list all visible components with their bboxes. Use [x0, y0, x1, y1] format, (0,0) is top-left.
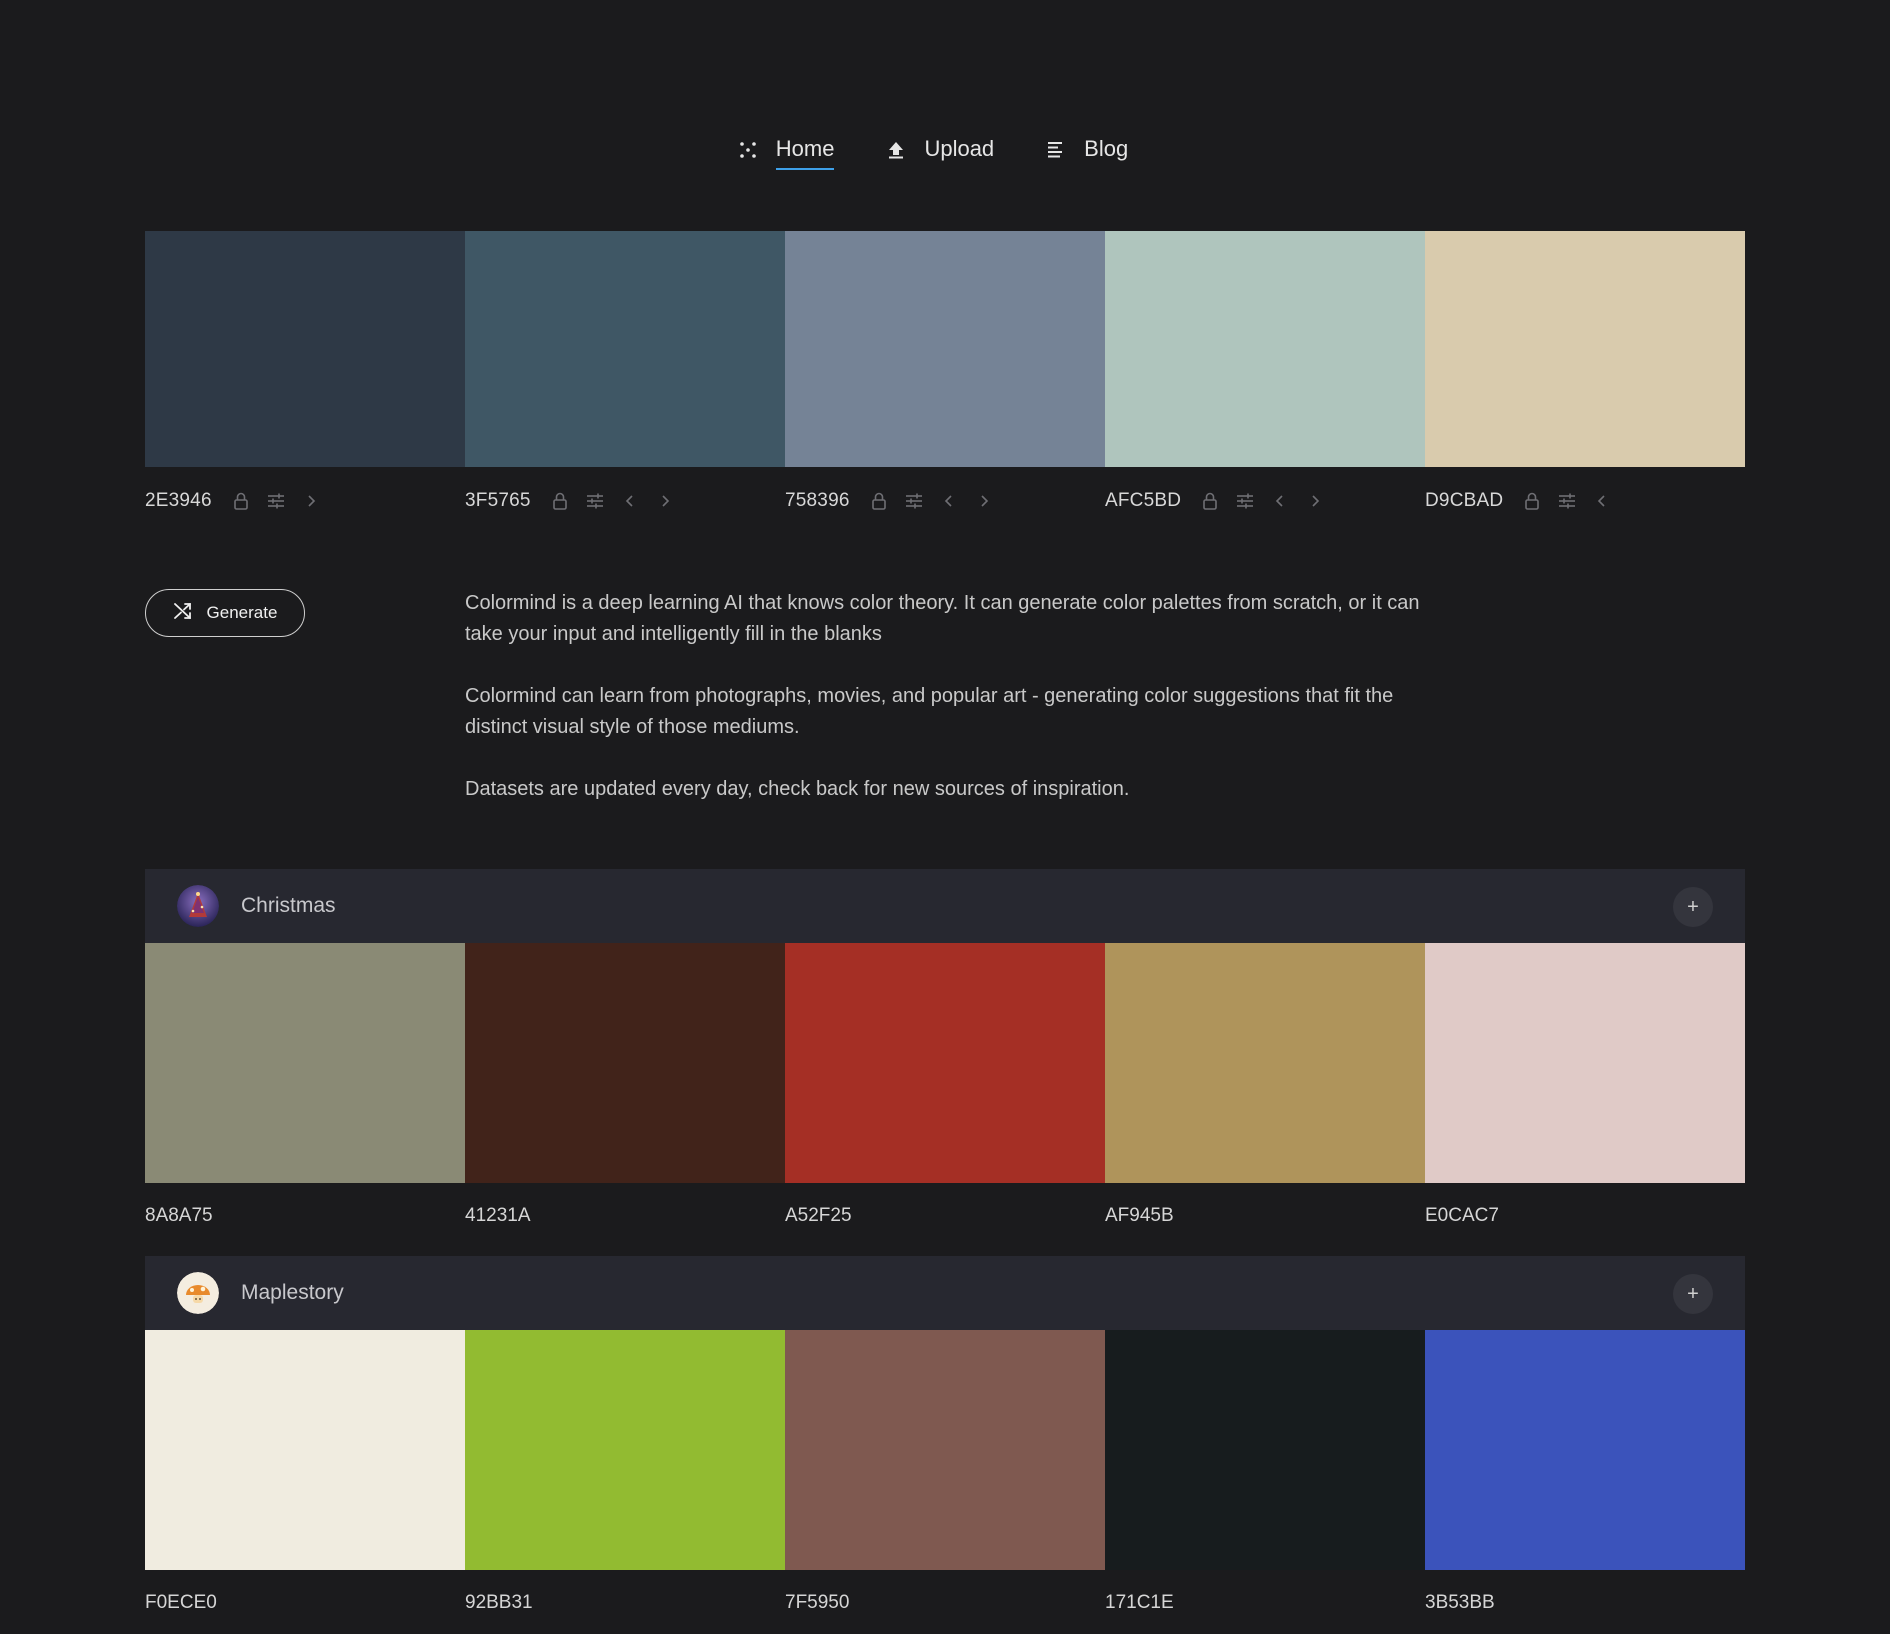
palette-swatch[interactable]	[1105, 1330, 1425, 1570]
generate-label: Generate	[206, 603, 278, 622]
palette-swatch[interactable]	[145, 1330, 465, 1570]
palette-swatch[interactable]	[145, 943, 465, 1183]
hex-code[interactable]: E0CAC7	[1425, 1183, 1745, 1257]
add-palette-button[interactable]: +	[1673, 1274, 1713, 1314]
hex-code[interactable]: 3F5765	[465, 490, 531, 512]
chevron-left-icon[interactable]	[621, 492, 639, 510]
palette-avatar	[177, 1272, 219, 1314]
palette-title: Maplestory	[241, 1281, 344, 1304]
palette-avatar	[177, 885, 219, 927]
palette-swatch[interactable]	[785, 943, 1105, 1183]
lock-icon[interactable]	[232, 492, 250, 510]
main-palette: 2E3946 3F5765 758396 AFC5BD D9CBAD	[145, 231, 1745, 513]
chevron-right-icon[interactable]	[1306, 492, 1324, 510]
shuffle-icon	[173, 602, 193, 625]
main-color-column: 3F5765	[465, 231, 785, 513]
main-color-column: 2E3946	[145, 231, 465, 513]
blog-icon	[1046, 140, 1066, 160]
adjust-icon[interactable]	[905, 492, 923, 510]
lock-icon[interactable]	[870, 492, 888, 510]
hex-code[interactable]: 171C1E	[1105, 1570, 1425, 1634]
plus-icon: +	[1687, 1282, 1699, 1305]
palette-swatch[interactable]	[1105, 943, 1425, 1183]
hex-code[interactable]: AFC5BD	[1105, 490, 1181, 512]
nav-label-home: Home	[775, 136, 834, 170]
hex-code[interactable]: 8A8A75	[145, 1183, 465, 1257]
adjust-icon[interactable]	[1236, 492, 1254, 510]
palette-hex-row: 8A8A75 41231A A52F25 AF945B E0CAC7	[145, 1183, 1745, 1257]
nav-item-blog[interactable]: Blog	[1046, 130, 1128, 170]
palette-card-christmas: Christmas + 8A8A75 41231A A52F25 AF945B …	[145, 869, 1745, 1257]
palette-swatch[interactable]	[465, 943, 785, 1183]
description: Colormind is a deep learning AI that kno…	[465, 588, 1445, 836]
generate-button[interactable]: Generate	[145, 589, 305, 637]
chevron-right-icon[interactable]	[656, 492, 674, 510]
nav-item-upload[interactable]: Upload	[886, 130, 994, 170]
hex-code[interactable]: 92BB31	[465, 1570, 785, 1634]
main-swatch[interactable]	[785, 231, 1105, 467]
chevron-left-icon[interactable]	[1271, 492, 1289, 510]
main-swatch-meta: 3F5765	[465, 489, 785, 513]
hex-code[interactable]: AF945B	[1105, 1183, 1425, 1257]
main-color-column: D9CBAD	[1425, 231, 1745, 513]
description-paragraph: Colormind is a deep learning AI that kno…	[465, 592, 1420, 645]
nav-item-home[interactable]: Home	[738, 130, 834, 170]
palette-hex-row: F0ECE0 92BB31 7F5950 171C1E 3B53BB	[145, 1570, 1745, 1634]
upload-icon	[886, 140, 906, 160]
main-swatch-meta: 2E3946	[145, 489, 465, 513]
lock-icon[interactable]	[1201, 492, 1219, 510]
adjust-icon[interactable]	[267, 492, 285, 510]
palette-swatch[interactable]	[1425, 1330, 1745, 1570]
main-swatch[interactable]	[1425, 231, 1745, 467]
main-swatch-meta: AFC5BD	[1105, 489, 1425, 513]
palette-swatches	[145, 1330, 1745, 1570]
main-swatch[interactable]	[1105, 231, 1425, 467]
plus-icon: +	[1687, 895, 1699, 918]
palette-swatches	[145, 943, 1745, 1183]
main-color-column: AFC5BD	[1105, 231, 1425, 513]
hex-code[interactable]: 7F5950	[785, 1570, 1105, 1634]
chevron-right-icon[interactable]	[302, 492, 320, 510]
hex-code[interactable]: 2E3946	[145, 490, 212, 512]
chevron-left-icon[interactable]	[1593, 492, 1611, 510]
main-swatch[interactable]	[145, 231, 465, 467]
hex-code[interactable]: 3B53BB	[1425, 1570, 1745, 1634]
add-palette-button[interactable]: +	[1673, 887, 1713, 927]
lock-icon[interactable]	[551, 492, 569, 510]
hex-code[interactable]: D9CBAD	[1425, 490, 1503, 512]
nav-label-blog: Blog	[1084, 136, 1129, 161]
main-swatch-meta: 758396	[785, 489, 1105, 513]
dots-icon	[738, 140, 758, 160]
palette-card-header: Christmas +	[145, 869, 1745, 943]
lock-icon[interactable]	[1523, 492, 1541, 510]
hex-code[interactable]: 41231A	[465, 1183, 785, 1257]
adjust-icon[interactable]	[1558, 492, 1576, 510]
hex-code[interactable]: A52F25	[785, 1183, 1105, 1257]
palette-card-maplestory: Maplestory + F0ECE0 92BB31 7F5950 171C1E…	[145, 1256, 1745, 1634]
chevron-left-icon[interactable]	[940, 492, 958, 510]
hex-code[interactable]: F0ECE0	[145, 1570, 465, 1634]
top-nav: Home Upload Blog	[0, 130, 1878, 170]
main-swatch[interactable]	[465, 231, 785, 467]
description-paragraph: Colormind can learn from photographs, mo…	[465, 685, 1394, 738]
description-paragraph: Datasets are updated every day, check ba…	[465, 778, 1130, 800]
palette-title: Christmas	[241, 894, 336, 917]
nav-label-upload: Upload	[924, 136, 995, 161]
palette-swatch[interactable]	[1425, 943, 1745, 1183]
palette-swatch[interactable]	[465, 1330, 785, 1570]
hex-code[interactable]: 758396	[785, 490, 850, 512]
main-color-column: 758396	[785, 231, 1105, 513]
chevron-right-icon[interactable]	[975, 492, 993, 510]
main-swatch-meta: D9CBAD	[1425, 489, 1745, 513]
palette-card-header: Maplestory +	[145, 1256, 1745, 1330]
palette-swatch[interactable]	[785, 1330, 1105, 1570]
page: Home Upload Blog 2E3946 3F5765 758396 AF…	[0, 0, 1890, 1634]
adjust-icon[interactable]	[586, 492, 604, 510]
